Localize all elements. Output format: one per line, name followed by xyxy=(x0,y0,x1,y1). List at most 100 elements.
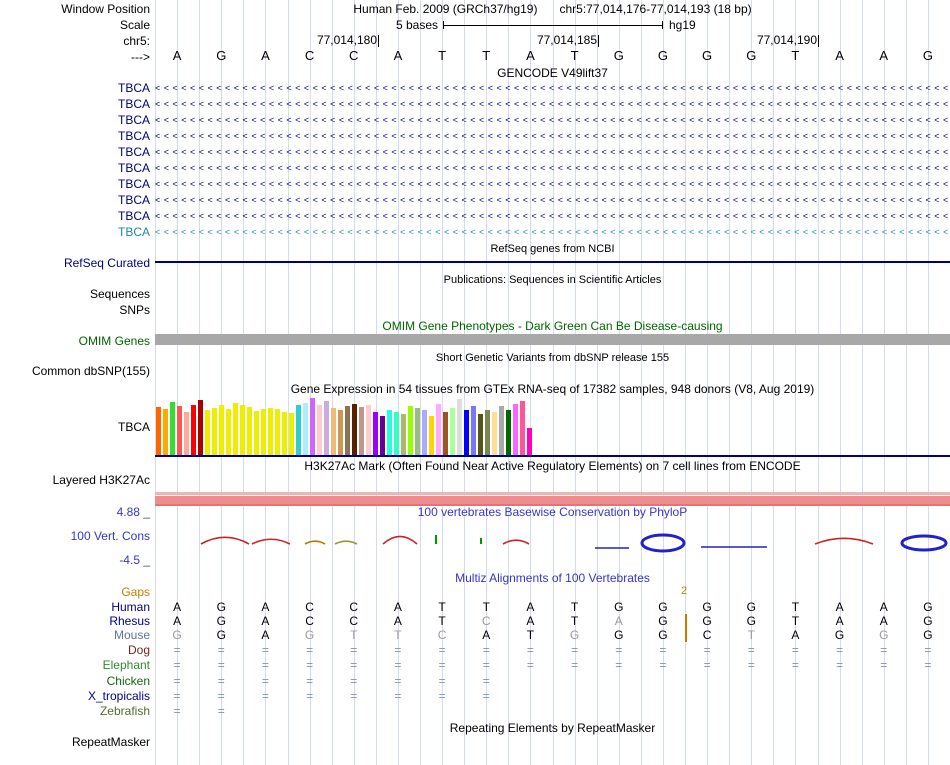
repeatmasker-track-label[interactable]: RepeatMasker xyxy=(0,735,150,749)
alignment-base: = xyxy=(924,658,932,672)
gtex-baseline xyxy=(155,455,950,457)
scale-bar-right-tick xyxy=(662,21,663,29)
alignment-base: = xyxy=(217,689,225,703)
alignment-base: = xyxy=(306,643,314,657)
alignment-base: C xyxy=(481,614,491,628)
transcript-label[interactable]: TBCA xyxy=(0,225,150,239)
snps-label[interactable]: SNPs xyxy=(0,303,150,317)
species-label-mouse[interactable]: Mouse xyxy=(0,628,150,642)
alignment-base: T xyxy=(350,628,358,642)
conservation-mark xyxy=(334,540,358,545)
gtex-bar xyxy=(226,409,231,455)
alignment-base: = xyxy=(880,643,888,657)
transcript-arrows[interactable]: <<<<<<<<<<<<<<<<<<<<<<<<<<<<<<<<<<<<<<<<… xyxy=(155,81,950,96)
transcript-label[interactable]: TBCA xyxy=(0,97,150,111)
omim-genes-label[interactable]: OMIM Genes xyxy=(0,334,150,348)
dbsnp-track-label[interactable]: Common dbSNP(155) xyxy=(0,364,150,378)
gtex-bar xyxy=(506,410,511,455)
transcript-label[interactable]: TBCA xyxy=(0,209,150,223)
conservation-track-label[interactable]: 100 Vert. Cons xyxy=(0,529,150,543)
genome-browser-screenshot: Window Position Scale chr5: ---> RefSeq … xyxy=(0,0,950,765)
conservation-mark xyxy=(200,536,250,545)
species-label-chicken[interactable]: Chicken xyxy=(0,674,150,688)
transcript-arrows[interactable]: <<<<<<<<<<<<<<<<<<<<<<<<<<<<<<<<<<<<<<<<… xyxy=(155,225,950,240)
species-label-zebrafish[interactable]: Zebrafish xyxy=(0,704,150,718)
alignment-base: T xyxy=(570,614,579,628)
alignment-base: G xyxy=(614,628,624,642)
chrom-label: chr5: xyxy=(123,34,150,48)
alignment-base: C xyxy=(305,614,314,628)
transcript-arrows[interactable]: <<<<<<<<<<<<<<<<<<<<<<<<<<<<<<<<<<<<<<<<… xyxy=(155,145,950,160)
refseq-gene-bar[interactable] xyxy=(155,261,950,263)
gtex-expression-chart[interactable] xyxy=(155,397,950,455)
base-letter: A xyxy=(879,48,889,63)
species-label-x_tropicalis[interactable]: X_tropicalis xyxy=(0,689,150,703)
h3k27ac-signal-band-1[interactable] xyxy=(155,492,950,495)
gtex-bar xyxy=(345,406,350,455)
species-label-human[interactable]: Human xyxy=(0,600,150,614)
alignment-base: = xyxy=(791,643,799,657)
alignment-row: AGACCATTATGGGGTAAG xyxy=(155,600,950,614)
base-letter: A xyxy=(261,48,270,63)
alignment-base: = xyxy=(438,674,446,688)
alignment-row: = = = = = = = = xyxy=(155,689,950,703)
transcript-label[interactable]: TBCA xyxy=(0,113,150,127)
alignment-base: = xyxy=(482,674,490,688)
gtex-bar xyxy=(268,408,273,455)
alignment-row: GGAGTTCATGGGCTAGGG xyxy=(155,628,950,642)
alignment-base: G xyxy=(923,600,933,614)
transcript-label[interactable]: TBCA xyxy=(0,193,150,207)
alignment-base: C xyxy=(349,614,359,628)
alignment-base: = xyxy=(747,658,755,672)
coordinate-tick xyxy=(818,35,819,47)
transcript-arrows[interactable]: <<<<<<<<<<<<<<<<<<<<<<<<<<<<<<<<<<<<<<<<… xyxy=(155,177,950,192)
base-letter: T xyxy=(791,48,800,63)
alignment-base: = xyxy=(394,689,402,703)
alignment-base: A xyxy=(173,614,182,628)
gtex-gene-label[interactable]: TBCA xyxy=(0,420,150,434)
species-label-rhesus[interactable]: Rhesus xyxy=(0,614,150,628)
refseq-curated-label[interactable]: RefSeq Curated xyxy=(0,256,150,270)
label-column: Window Position Scale chr5: ---> RefSeq … xyxy=(0,0,153,765)
transcript-arrows[interactable]: <<<<<<<<<<<<<<<<<<<<<<<<<<<<<<<<<<<<<<<<… xyxy=(155,129,950,144)
track-area[interactable]: Human Feb. 2009 (GRCh37/hg19) chr5:77,014… xyxy=(155,0,950,765)
alignment-base: A xyxy=(879,614,888,628)
h3k27ac-signal-band-2[interactable] xyxy=(155,496,950,504)
alignment-base: = xyxy=(394,674,402,688)
base-letter: T xyxy=(570,48,579,63)
alignment-base: T xyxy=(570,600,579,614)
transcript-arrows[interactable]: <<<<<<<<<<<<<<<<<<<<<<<<<<<<<<<<<<<<<<<<… xyxy=(155,209,950,224)
transcript-arrows[interactable]: <<<<<<<<<<<<<<<<<<<<<<<<<<<<<<<<<<<<<<<<… xyxy=(155,161,950,176)
alignment-base: G xyxy=(879,628,889,642)
species-label-dog[interactable]: Dog xyxy=(0,643,150,657)
alignment-base: G xyxy=(702,614,712,628)
transcript-label[interactable]: TBCA xyxy=(0,145,150,159)
transcript-label[interactable]: TBCA xyxy=(0,161,150,175)
transcript-label[interactable]: TBCA xyxy=(0,81,150,95)
alignment-base: = xyxy=(615,643,623,657)
alignment-base: T xyxy=(394,628,402,642)
transcript-label[interactable]: TBCA xyxy=(0,177,150,191)
transcript-arrows[interactable]: <<<<<<<<<<<<<<<<<<<<<<<<<<<<<<<<<<<<<<<<… xyxy=(155,113,950,128)
transcript-label[interactable]: TBCA xyxy=(0,129,150,143)
conservation-wiggle[interactable] xyxy=(155,514,950,560)
gtex-bar xyxy=(478,414,483,455)
transcript-arrows[interactable]: <<<<<<<<<<<<<<<<<<<<<<<<<<<<<<<<<<<<<<<<… xyxy=(155,193,950,208)
gtex-bar xyxy=(275,409,280,455)
gtex-bar xyxy=(359,407,364,455)
alignment-row: AGACCATCATAGGGTAAG xyxy=(155,614,950,628)
alignment-base: G xyxy=(658,600,668,614)
gap-count: 2 xyxy=(681,585,688,597)
transcript-arrows[interactable]: <<<<<<<<<<<<<<<<<<<<<<<<<<<<<<<<<<<<<<<<… xyxy=(155,97,950,112)
gtex-bar xyxy=(177,406,182,455)
gtex-bar xyxy=(373,412,378,455)
sequences-label[interactable]: Sequences xyxy=(0,287,150,301)
species-label-elephant[interactable]: Elephant xyxy=(0,658,150,672)
alignment-base: = xyxy=(526,658,534,672)
h3k27ac-track-label[interactable]: Layered H3K27Ac xyxy=(0,473,150,487)
alignment-base: A xyxy=(526,600,535,614)
dbsnp-track-title: Short Genetic Variants from dbSNP releas… xyxy=(435,352,670,364)
alignment-base: A xyxy=(879,600,888,614)
omim-gene-bar[interactable] xyxy=(155,334,950,345)
alignment-base: = xyxy=(438,643,446,657)
